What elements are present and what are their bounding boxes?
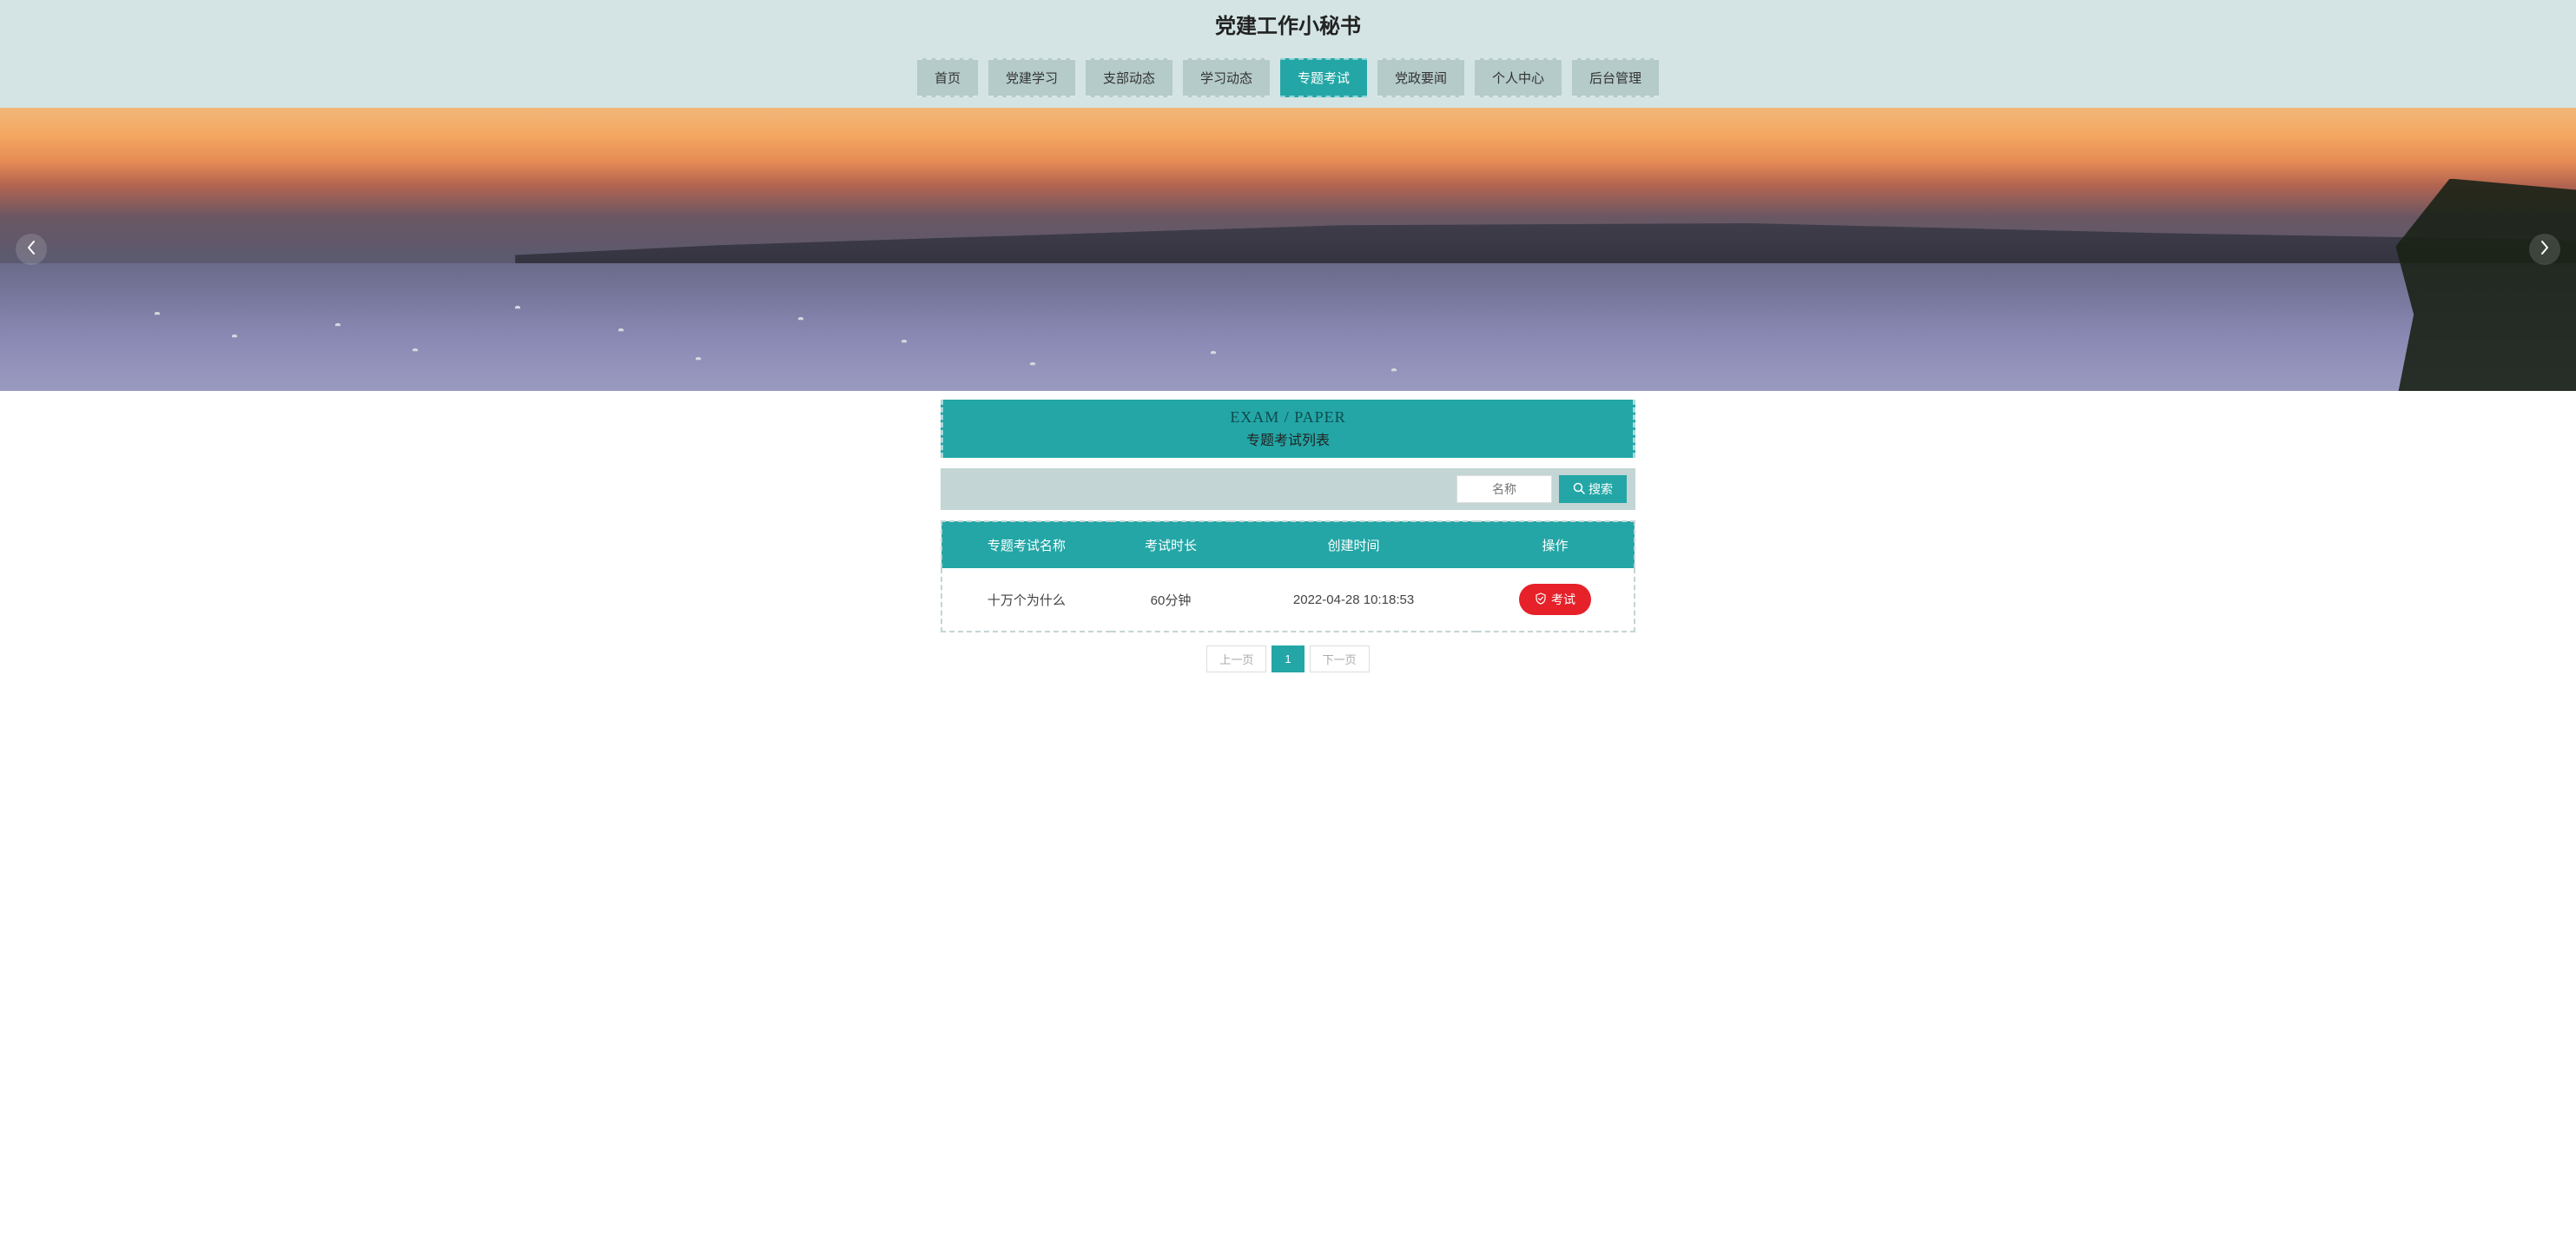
- section-title-en: EXAM / PAPER: [943, 408, 1633, 427]
- main-content: EXAM / PAPER 专题考试列表 搜索 专题考试名称 考试时长 创建时间 …: [941, 400, 1635, 690]
- cell-name: 十万个为什么: [941, 568, 1111, 632]
- col-name: 专题考试名称: [941, 521, 1111, 568]
- carousel-image: [0, 108, 2576, 391]
- take-exam-button[interactable]: 考试: [1519, 584, 1591, 615]
- chevron-left-icon: [26, 240, 36, 260]
- exam-table: 专题考试名称 考试时长 创建时间 操作 十万个为什么 60分钟 2022-04-…: [941, 520, 1635, 632]
- cell-duration: 60分钟: [1111, 568, 1231, 632]
- col-action: 操作: [1476, 521, 1635, 568]
- col-created: 创建时间: [1231, 521, 1476, 568]
- nav-admin[interactable]: 后台管理: [1572, 58, 1659, 97]
- pagination-page-1[interactable]: 1: [1271, 645, 1304, 672]
- pagination-prev[interactable]: 上一页: [1206, 645, 1266, 672]
- nav-party-news[interactable]: 党政要闻: [1377, 58, 1464, 97]
- section-title-cn: 专题考试列表: [943, 428, 1633, 449]
- col-duration: 考试时长: [1111, 521, 1231, 568]
- nav-study[interactable]: 党建学习: [988, 58, 1075, 97]
- nav-exam[interactable]: 专题考试: [1280, 58, 1367, 97]
- carousel-prev-button[interactable]: [16, 234, 47, 265]
- pagination-next[interactable]: 下一页: [1310, 645, 1370, 672]
- cell-created: 2022-04-28 10:18:53: [1231, 568, 1476, 632]
- main-nav: 首页 党建学习 支部动态 学习动态 专题考试 党政要闻 个人中心 后台管理: [0, 48, 2576, 108]
- carousel-next-button[interactable]: [2529, 234, 2560, 265]
- search-button-label: 搜索: [1589, 480, 1613, 498]
- cell-action: 考试: [1476, 568, 1635, 632]
- nav-branch-news[interactable]: 支部动态: [1086, 58, 1172, 97]
- shield-check-icon: [1535, 592, 1547, 607]
- search-button[interactable]: 搜索: [1559, 475, 1627, 503]
- nav-study-news[interactable]: 学习动态: [1183, 58, 1270, 97]
- page-title: 党建工作小秘书: [0, 0, 2576, 48]
- chevron-right-icon: [2540, 240, 2550, 260]
- nav-home[interactable]: 首页: [917, 58, 978, 97]
- nav-profile[interactable]: 个人中心: [1475, 58, 1562, 97]
- pagination: 上一页 1 下一页: [941, 645, 1635, 690]
- take-exam-label: 考试: [1551, 591, 1575, 608]
- hero-carousel: [0, 108, 2576, 391]
- table-row: 十万个为什么 60分钟 2022-04-28 10:18:53 考试: [941, 568, 1635, 632]
- search-input[interactable]: [1456, 475, 1552, 503]
- section-header: EXAM / PAPER 专题考试列表: [941, 400, 1635, 458]
- table-header-row: 专题考试名称 考试时长 创建时间 操作: [941, 521, 1635, 568]
- search-bar: 搜索: [941, 468, 1635, 510]
- search-icon: [1573, 482, 1585, 497]
